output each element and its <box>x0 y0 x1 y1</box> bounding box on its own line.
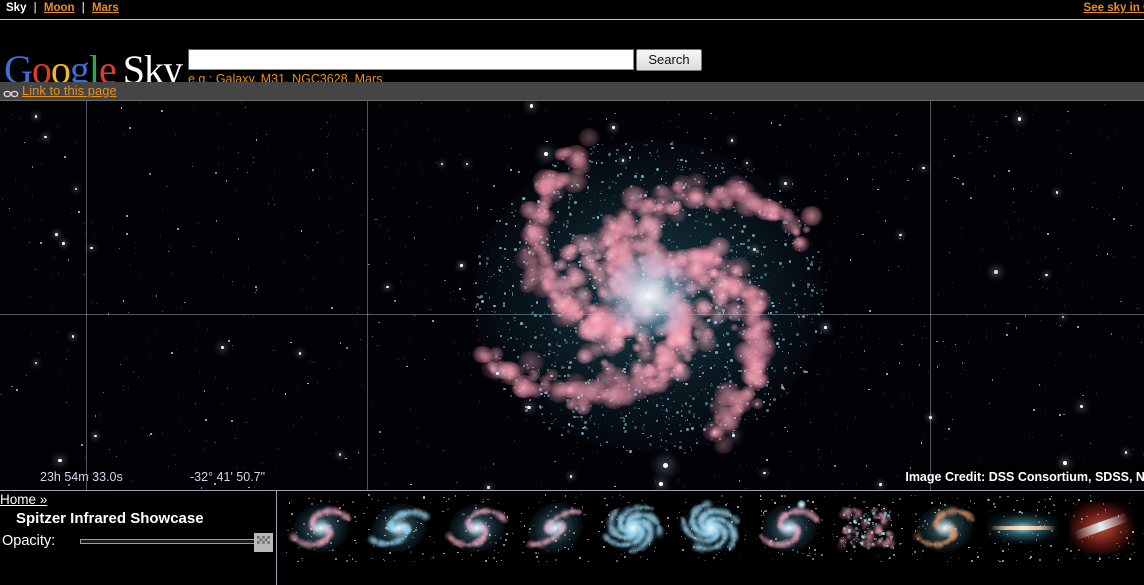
thumb-cigar-red-outflow[interactable] <box>1065 494 1137 562</box>
opacity-label: Opacity: <box>2 533 56 549</box>
galaxy-thumbnail-strip[interactable] <box>277 491 1144 585</box>
opacity-slider-track[interactable] <box>80 539 264 544</box>
thumb-sombrero-edge-on[interactable] <box>987 494 1059 562</box>
nav-separator-2: | <box>81 2 85 14</box>
top-navigation-bar: Sky | Moon | Mars See sky in Goo <box>0 0 1144 19</box>
thumb-whirlpool-orange[interactable] <box>909 494 981 562</box>
sky-map-viewport[interactable]: 23h 54m 33.0s -32° 41' 50.7" Image Credi… <box>0 101 1144 490</box>
opacity-slider-thumb[interactable] <box>254 533 273 552</box>
logo-search-row: Google Sky Search e.g.: Galaxy, M31, NGC3… <box>0 20 1144 90</box>
nav-item-moon[interactable]: Moon <box>44 2 75 14</box>
thumb-spiral-face-on[interactable] <box>597 494 669 562</box>
layer-title: Spitzer Infrared Showcase <box>16 510 204 527</box>
chain-link-icon <box>3 86 19 98</box>
nav-item-sky[interactable]: Sky <box>6 2 26 14</box>
search-input-wrapper[interactable] <box>188 49 634 70</box>
link-to-page-bar: Link to this page <box>0 82 1144 100</box>
thumb-spiral-barred-pink[interactable] <box>285 494 357 562</box>
galaxy-image <box>434 106 864 486</box>
bottom-panel: Home » Spitzer Infrared Showcase Opacity… <box>0 490 1144 585</box>
search-button[interactable]: Search <box>636 49 702 71</box>
thumb-spiral-flocculent[interactable] <box>675 494 747 562</box>
thumb-spiral-companion[interactable] <box>753 494 825 562</box>
top-nav-links: Sky | Moon | Mars <box>6 2 119 14</box>
thumb-spiral-two-arm[interactable] <box>441 494 513 562</box>
opacity-control[interactable]: Opacity: <box>2 531 274 553</box>
search-input[interactable] <box>189 50 633 69</box>
link-to-this-page-link[interactable]: Link to this page <box>22 83 117 98</box>
google-sky-app: Sky | Moon | Mars See sky in Goo GoogleS… <box>0 0 1144 585</box>
thumb-spiral-ring-blue[interactable] <box>363 494 435 562</box>
spitzer-galaxy-overlay[interactable] <box>367 101 930 490</box>
see-sky-in-google-earth-link[interactable]: See sky in Goo <box>1084 2 1144 14</box>
nav-item-mars[interactable]: Mars <box>92 2 119 14</box>
thumb-spiral-inclined[interactable] <box>519 494 591 562</box>
grid-line-vertical-0 <box>86 101 87 490</box>
coordinate-ra: 23h 54m 33.0s <box>40 470 123 484</box>
nav-separator-1: | <box>33 2 37 14</box>
layer-control-panel: Home » Spitzer Infrared Showcase Opacity… <box>0 491 276 585</box>
grid-line-vertical-2 <box>930 101 931 490</box>
see-sky-in-google-earth-container: See sky in Goo <box>1084 2 1144 14</box>
thumb-irregular-starburst[interactable] <box>831 494 903 562</box>
image-credit: Image Credit: DSS Consortium, SDSS, NA <box>905 470 1144 484</box>
coordinate-dec: -32° 41' 50.7" <box>190 470 266 484</box>
home-breadcrumb-link[interactable]: Home » <box>0 492 47 507</box>
